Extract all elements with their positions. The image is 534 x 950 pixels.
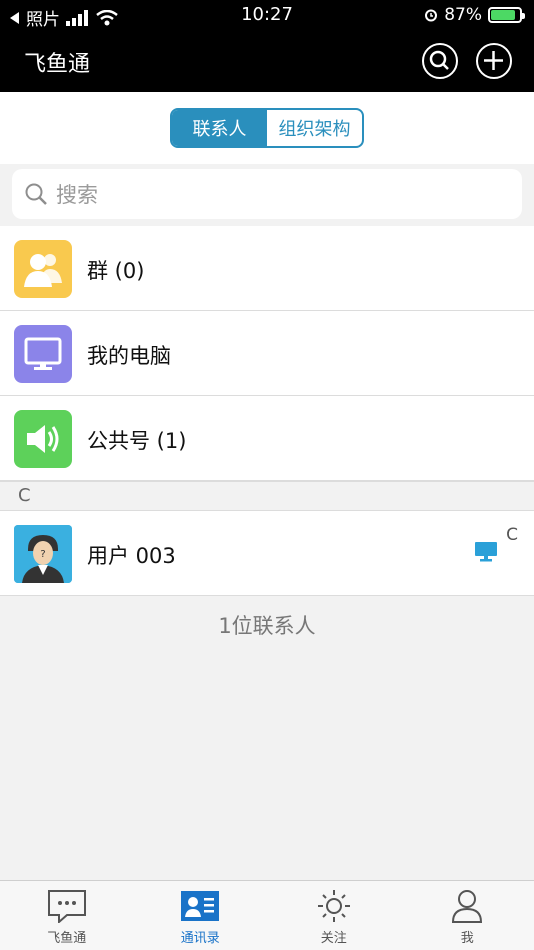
speaker-icon <box>14 410 72 468</box>
computer-icon <box>14 325 72 383</box>
search-icon <box>25 183 47 205</box>
tab-bar: 飞鱼通 通讯录 关注 我 <box>0 880 534 950</box>
section-letter: C <box>18 485 31 506</box>
status-letter: C <box>506 525 518 545</box>
svg-text:?: ? <box>40 549 45 560</box>
tab-label: 关注 <box>320 931 347 946</box>
battery-fill <box>491 10 516 20</box>
desktop-icon <box>474 541 498 567</box>
battery-percent: 87% <box>444 5 482 25</box>
contact-row[interactable]: ? 用户 003 C <box>0 511 534 596</box>
person-icon <box>452 890 483 923</box>
tab-organization[interactable]: 组织架构 <box>267 110 362 146</box>
search-button[interactable] <box>422 43 458 79</box>
tab-me[interactable]: 我 <box>401 881 534 950</box>
tab-chat[interactable]: 飞鱼通 <box>0 881 134 950</box>
contact-count: 1位联系人 <box>218 614 316 638</box>
list-item-my-computer[interactable]: 我的电脑 <box>0 311 534 396</box>
tab-follow[interactable]: 关注 <box>267 881 401 950</box>
avatar: ? <box>14 525 72 583</box>
contacts-icon <box>181 891 220 921</box>
tab-contacts-book[interactable]: 通讯录 <box>134 881 268 950</box>
segment-area: 联系人 组织架构 <box>0 92 534 164</box>
status-right: 87% <box>424 5 525 25</box>
battery-icon <box>488 7 525 23</box>
section-header: C <box>0 481 534 511</box>
list-item-groups[interactable]: 群 (0) <box>0 226 534 311</box>
plus-icon <box>484 51 503 70</box>
status-bar: 照片 10:27 87% <box>0 0 534 30</box>
search-input[interactable]: 搜索 <box>12 169 522 219</box>
nav-bar: 飞鱼通 <box>0 30 534 92</box>
user-avatar-icon: ? <box>14 525 72 583</box>
group-icon <box>14 240 72 298</box>
search-icon <box>429 50 449 70</box>
segmented-control: 联系人 组织架构 <box>170 108 364 148</box>
list-item-label: 我的电脑 <box>87 344 171 368</box>
tab-contacts[interactable]: 联系人 <box>172 110 267 146</box>
page-title: 飞鱼通 <box>24 52 91 77</box>
tab-label: 通讯录 <box>180 931 220 946</box>
search-placeholder: 搜索 <box>56 183 98 207</box>
list-item-label: 公共号 (1) <box>87 429 187 453</box>
search-area: 搜索 <box>0 164 534 226</box>
chat-icon <box>47 890 86 923</box>
tab-label: 我 <box>460 931 474 946</box>
contact-name: 用户 003 <box>87 544 176 568</box>
list-item-public-accounts[interactable]: 公共号 (1) <box>0 396 534 481</box>
sun-icon <box>317 890 350 922</box>
list-item-label: 群 (0) <box>87 259 145 283</box>
tab-label: 飞鱼通 <box>47 931 87 946</box>
alarm-icon <box>425 9 438 22</box>
add-button[interactable] <box>476 43 512 79</box>
